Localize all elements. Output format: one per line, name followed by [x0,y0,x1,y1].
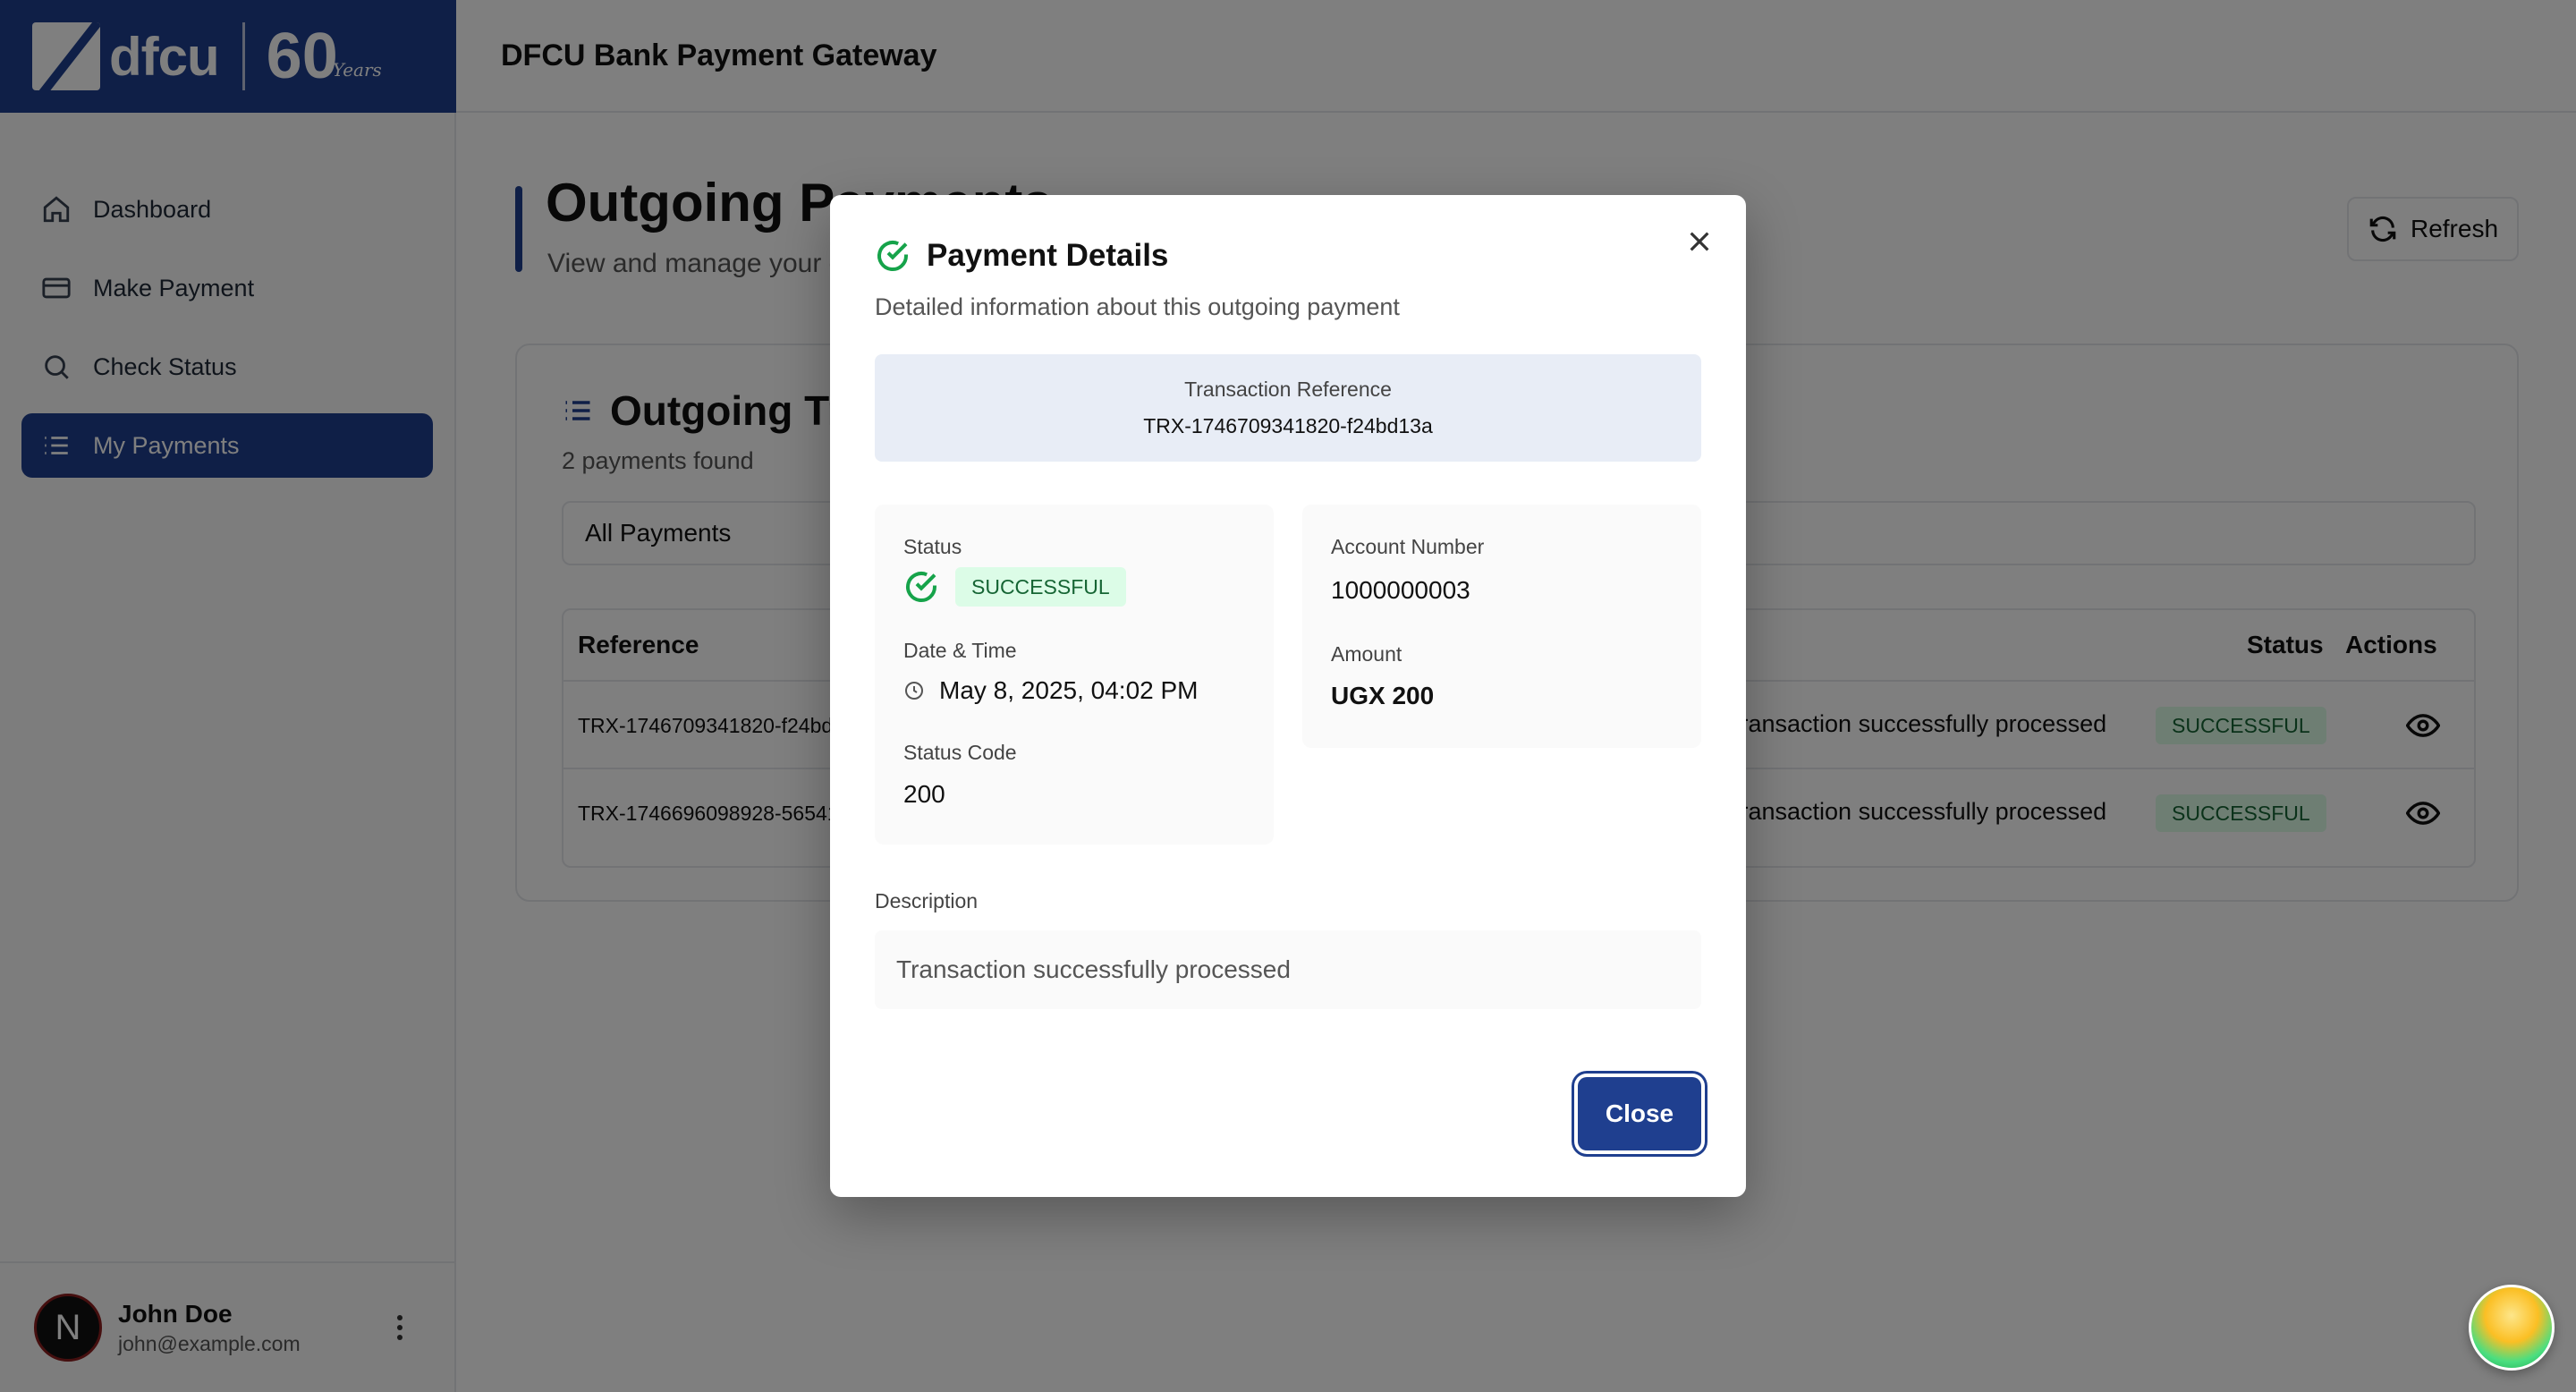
dialog-title-text: Payment Details [927,238,1169,273]
status-code-value: 200 [903,780,945,808]
datetime-value: May 8, 2025, 04:02 PM [939,676,1199,704]
status-badge: SUCCESSFUL [955,567,1126,607]
transaction-reference-box: Transaction Reference TRX-1746709341820-… [875,354,1701,462]
status-code-label: Status Code [903,741,1017,764]
account-number-value: 1000000003 [1331,576,1470,604]
assistant-widget-button[interactable] [2469,1285,2555,1371]
account-details-box: Account Number 1000000003 Amount UGX 200 [1302,505,1701,748]
payment-details-dialog: Payment Details Detailed information abo… [830,195,1746,1197]
amount-value: UGX 200 [1331,682,1435,709]
datetime-row: May 8, 2025, 04:02 PM [903,676,1199,705]
check-circle-icon [906,572,936,602]
dialog-subtitle: Detailed information about this outgoing… [875,293,1400,320]
close-button[interactable]: Close [1578,1077,1701,1150]
reference-label: Transaction Reference [1184,378,1392,401]
reference-value: TRX-1746709341820-f24bd13a [1143,414,1433,437]
status-row: SUCCESSFUL [903,567,1126,607]
dialog-title: Payment Details [875,238,1168,274]
amount-label: Amount [1331,642,1402,666]
datetime-label: Date & Time [903,639,1017,662]
description-value: Transaction successfully processed [875,930,1701,1009]
check-circle-icon [877,241,908,271]
description-label: Description [875,889,979,912]
status-label: Status [903,535,962,558]
clock-icon [905,682,923,700]
status-details-box: Status SUCCESSFUL Date & Time May 8, 202… [875,505,1274,845]
account-number-label: Account Number [1331,535,1485,558]
close-icon[interactable] [1685,227,1714,256]
